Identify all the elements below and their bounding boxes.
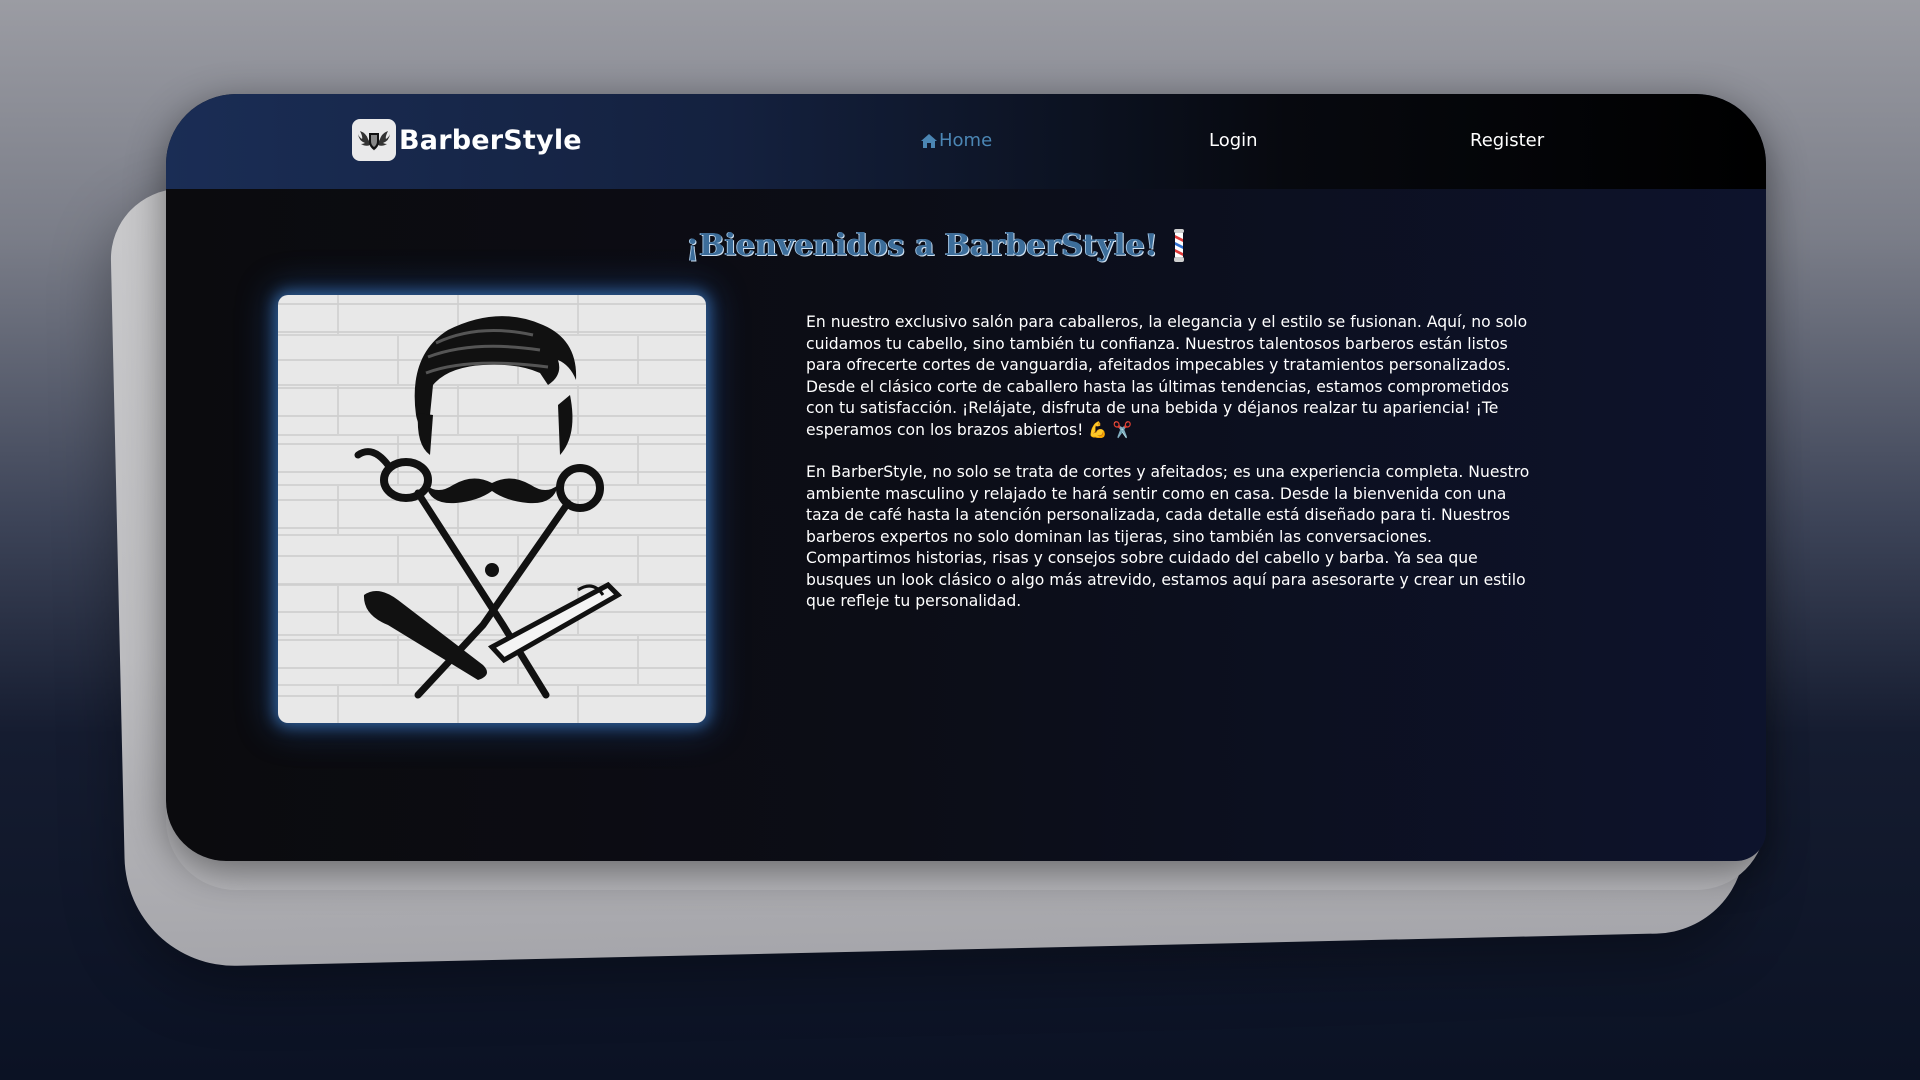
nav-register-label: Register xyxy=(1470,130,1545,151)
flexed-biceps-icon: 💪 xyxy=(1088,420,1108,439)
intro-paragraph-1-text: En nuestro exclusivo salón para caballer… xyxy=(806,313,1528,439)
scissors-icon: ✂️ xyxy=(1112,420,1133,439)
page-title-row: ¡Bienvenidos a BarberStyle! xyxy=(166,228,1766,263)
intro-paragraph-1: En nuestro exclusivo salón para caballer… xyxy=(806,312,1531,441)
nav-home-label: Home xyxy=(939,130,993,151)
barber-illustration xyxy=(278,295,706,723)
intro-text: En nuestro exclusivo salón para caballer… xyxy=(806,312,1531,634)
navbar: BarberStyle Home Login Register xyxy=(166,94,1766,189)
page-title: ¡Bienvenidos a BarberStyle! xyxy=(686,228,1158,263)
nav-login-label: Login xyxy=(1209,130,1258,151)
app-window: BarberStyle Home Login Register ¡Bienven… xyxy=(166,94,1766,861)
winged-shield-logo-icon xyxy=(352,119,396,161)
brand-name: BarberStyle xyxy=(399,124,582,156)
barber-logo-image xyxy=(278,295,706,723)
nav-login-link[interactable]: Login xyxy=(1209,130,1258,151)
nav-home-link[interactable]: Home xyxy=(920,130,992,151)
nav-register-link[interactable]: Register xyxy=(1470,130,1544,151)
home-icon xyxy=(921,133,937,148)
intro-paragraph-2: En BarberStyle, no solo se trata de cort… xyxy=(806,463,1530,610)
barber-pole-icon xyxy=(1173,228,1184,262)
brand[interactable]: BarberStyle xyxy=(352,119,582,161)
